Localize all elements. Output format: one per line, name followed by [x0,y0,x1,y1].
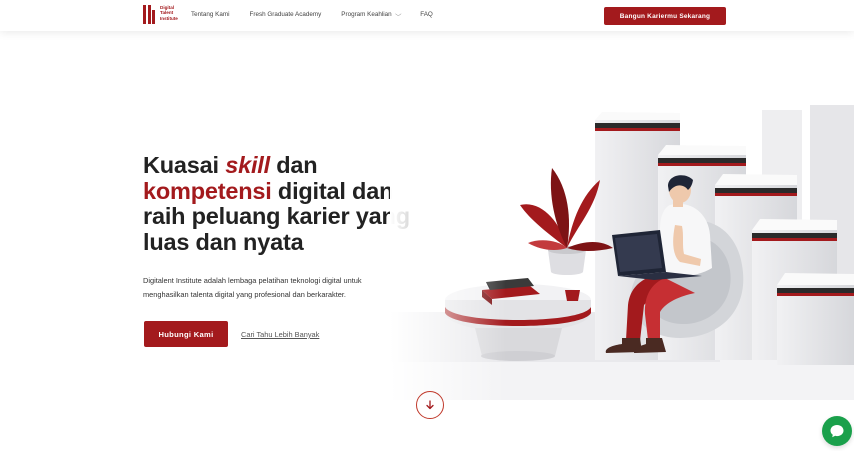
hero-title-skill: skill [225,152,270,178]
chat-icon [830,425,844,438]
hero-title-part2: dan [269,152,318,178]
logo-line-3: Institute [160,15,178,21]
nav-link-tentang-kami[interactable]: Tentang Kami [191,11,230,19]
navbar: Digital Talent Institute Tentang Kami Fr… [0,0,854,31]
hero-description: Digitalent Institute adalah lembaga pela… [143,276,362,299]
hero-title: Kuasai skill dan kompetensi digital dan r… [143,152,423,255]
logo-mark-icon [143,5,157,24]
hero-title-part1: Kuasai [143,152,226,178]
scroll-down-button[interactable] [416,391,444,419]
nav-link-program-keahlian[interactable]: Program Keahlian ⌵ [341,11,402,19]
cari-tahu-link[interactable]: Cari Tahu Lebih Banyak [241,330,319,339]
arrow-down-icon [426,400,434,410]
hubungi-kami-button[interactable]: Hubungi Kami [144,321,228,347]
chat-button[interactable] [822,416,852,446]
landing-page: Digital Talent Institute Tentang Kami Fr… [0,0,854,451]
chevron-down-icon: ⌵ [394,12,402,18]
nav-links: Tentang Kami Fresh Graduate Academy Prog… [191,11,453,19]
logo-text: Digital Talent Institute [160,5,178,21]
nav-link-program-keahlian-label: Program Keahlian [341,11,392,18]
hero-title-kompetensi: kompetensi [143,177,272,204]
bangun-karier-button[interactable]: Bangun Kariermu Sekarang [604,7,726,25]
nav-link-fresh-graduate-academy[interactable]: Fresh Graduate Academy [250,11,322,19]
logo[interactable]: Digital Talent Institute [143,5,178,24]
nav-link-faq[interactable]: FAQ [420,11,433,19]
hero-illustration [390,100,854,400]
